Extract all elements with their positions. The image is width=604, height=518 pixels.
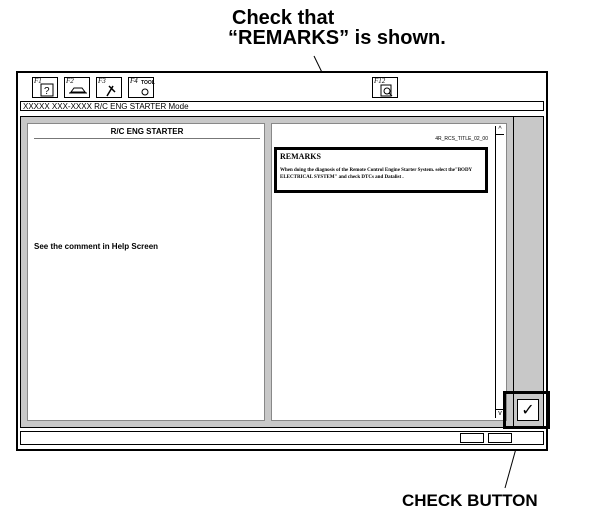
status-button-1[interactable] bbox=[460, 433, 484, 443]
diagnostic-screen: F1 ? F2 F3 F4 TOOL F12 XXXXX XXX-XXXX R/… bbox=[16, 71, 548, 451]
scroll-up-arrow-icon[interactable]: ^ bbox=[496, 126, 504, 135]
tool-icon bbox=[106, 85, 116, 97]
svg-text:?: ? bbox=[44, 86, 50, 97]
tool-menu-icon bbox=[141, 88, 149, 96]
left-panel-header: R/C ENG STARTER bbox=[34, 127, 260, 139]
right-panel-scrollbar[interactable]: ^ v bbox=[495, 126, 504, 418]
f3-tool-button[interactable]: F3 bbox=[96, 77, 122, 98]
f1-help-button[interactable]: F1 ? bbox=[32, 77, 58, 98]
mode-title-bar: XXXXX XXX-XXXX R/C ENG STARTER Mode bbox=[20, 101, 544, 111]
document-id: 4R_RCS_TITLE_02_00 bbox=[435, 136, 488, 142]
status-button-2[interactable] bbox=[488, 433, 512, 443]
remarks-title: REMARKS bbox=[280, 152, 321, 161]
right-panel: 4R_RCS_TITLE_02_00 REMARKS When doing th… bbox=[271, 123, 507, 421]
car-icon bbox=[69, 87, 87, 94]
help-comment-message: See the comment in Help Screen bbox=[34, 242, 159, 251]
f4-tool-menu-button[interactable]: F4 TOOL bbox=[128, 77, 155, 98]
check-button-highlight bbox=[503, 391, 550, 429]
left-panel: R/C ENG STARTER See the comment in Help … bbox=[27, 123, 265, 421]
help-icon: ? bbox=[40, 83, 54, 97]
work-area: R/C ENG STARTER See the comment in Help … bbox=[20, 116, 514, 428]
remarks-body: When doing the diagnosis of the Remote C… bbox=[280, 168, 472, 180]
remarks-box: REMARKS When doing the diagnosis of the … bbox=[274, 147, 488, 193]
search-document-icon bbox=[380, 84, 393, 97]
f12-search-button[interactable]: F12 bbox=[372, 77, 398, 98]
side-panel bbox=[514, 116, 544, 428]
f2-vehicle-button[interactable]: F2 bbox=[64, 77, 90, 98]
